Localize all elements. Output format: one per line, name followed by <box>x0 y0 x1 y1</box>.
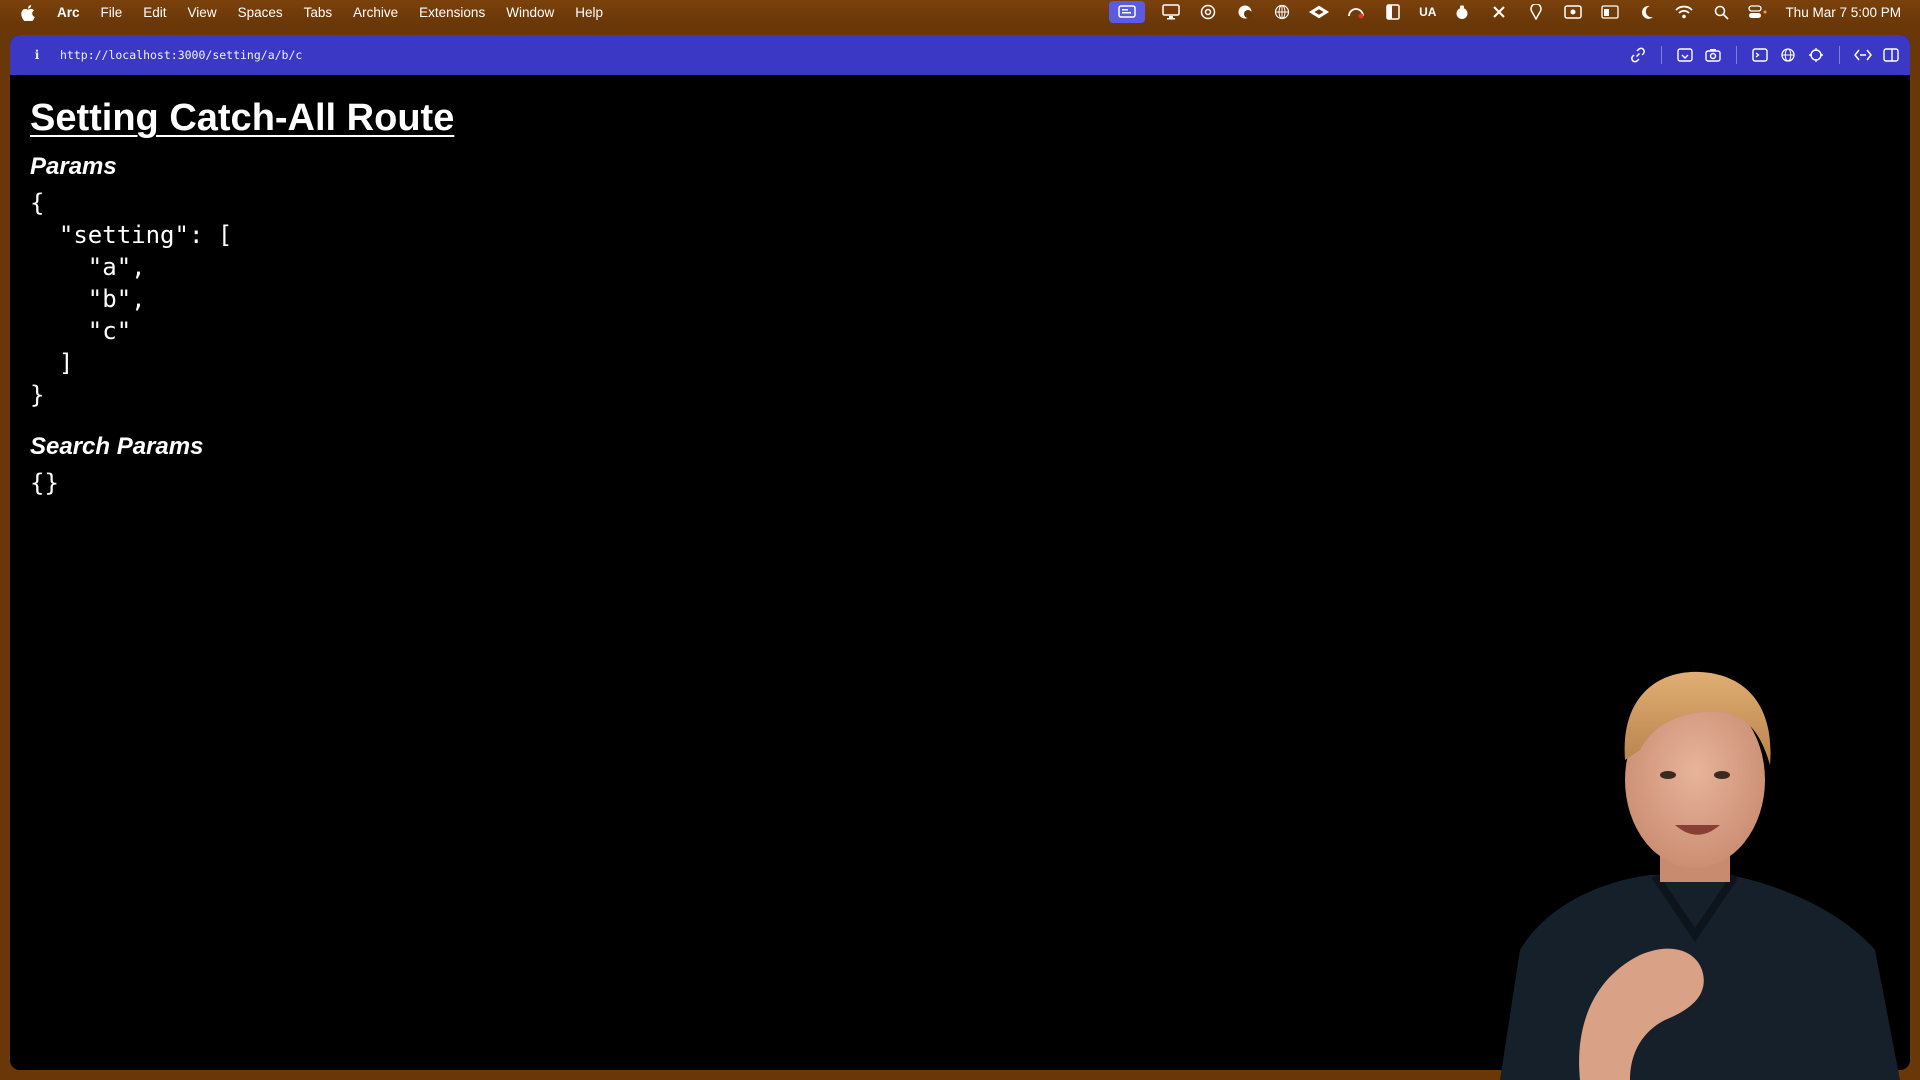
camera-icon[interactable] <box>1704 46 1722 64</box>
display-icon[interactable] <box>1160 3 1182 21</box>
tools-icon[interactable] <box>1488 3 1510 21</box>
menu-help[interactable]: Help <box>575 5 603 20</box>
presenter-webcam-overlay <box>1480 650 1910 1080</box>
menu-app-name[interactable]: Arc <box>57 5 80 20</box>
capture-icon[interactable] <box>1676 46 1694 64</box>
menu-view[interactable]: View <box>188 5 217 20</box>
menu-edit[interactable]: Edit <box>143 5 166 20</box>
menu-bar-clock[interactable]: Thu Mar 7 5:00 PM <box>1785 5 1901 20</box>
video-camera-icon[interactable] <box>1562 3 1584 21</box>
tray-ua-label[interactable]: UA <box>1419 5 1436 19</box>
search-params-heading: Search Params <box>30 433 204 460</box>
page-title: Setting Catch-All Route <box>30 97 455 139</box>
gauge-icon[interactable] <box>1345 3 1367 21</box>
params-json-block: { "setting": [ "a", "b", "c" ] } <box>30 189 233 409</box>
tools-divider <box>1839 46 1840 64</box>
menu-window[interactable]: Window <box>506 5 554 20</box>
apple-logo-icon[interactable] <box>20 4 35 21</box>
diamond-app-icon[interactable] <box>1308 3 1330 21</box>
spotlight-search-icon[interactable] <box>1710 3 1732 21</box>
url-bar-tools <box>1619 46 1910 64</box>
console-icon[interactable] <box>1751 46 1769 64</box>
split-view-icon[interactable] <box>1882 46 1900 64</box>
menu-bar-left: Arc File Edit View Spaces Tabs Archive E… <box>0 0 624 24</box>
copy-link-icon[interactable] <box>1629 46 1647 64</box>
moon-crescent-app-icon[interactable] <box>1234 3 1256 21</box>
globe-grid-icon[interactable] <box>1271 3 1293 21</box>
developer-tools-icon[interactable] <box>1854 46 1872 64</box>
menu-extensions[interactable]: Extensions <box>419 5 485 20</box>
sidebar-toggle-icon[interactable] <box>1382 3 1404 21</box>
site-info-icon[interactable]: i <box>27 48 47 62</box>
menu-tabs[interactable]: Tabs <box>304 5 333 20</box>
search-params-json-block: {} <box>30 469 59 497</box>
moon-icon[interactable] <box>1636 3 1658 21</box>
money-bag-icon[interactable] <box>1451 3 1473 21</box>
menu-file[interactable]: File <box>101 5 123 20</box>
menu-bar: Arc File Edit View Spaces Tabs Archive E… <box>0 0 1920 24</box>
screen-recording-icon[interactable] <box>1109 1 1146 23</box>
params-heading: Params <box>30 153 117 180</box>
wifi-icon[interactable] <box>1673 3 1695 21</box>
network-globe-icon[interactable] <box>1779 46 1797 64</box>
menu-bar-tray: UA Thu Mar 7 5:00 PM <box>1109 0 1920 24</box>
url-text[interactable]: http://localhost:3000/setting/a/b/c <box>60 48 302 62</box>
url-bar: i http://localhost:3000/setting/a/b/c <box>10 35 1910 75</box>
tools-divider <box>1661 46 1662 64</box>
at-sign-icon[interactable] <box>1197 3 1219 21</box>
window-manager-icon[interactable] <box>1599 3 1621 21</box>
menu-archive[interactable]: Archive <box>353 5 398 20</box>
control-center-icon[interactable] <box>1747 3 1769 21</box>
tools-divider <box>1736 46 1737 64</box>
location-pin-icon[interactable] <box>1525 3 1547 21</box>
menu-spaces[interactable]: Spaces <box>238 5 283 20</box>
target-icon[interactable] <box>1807 46 1825 64</box>
